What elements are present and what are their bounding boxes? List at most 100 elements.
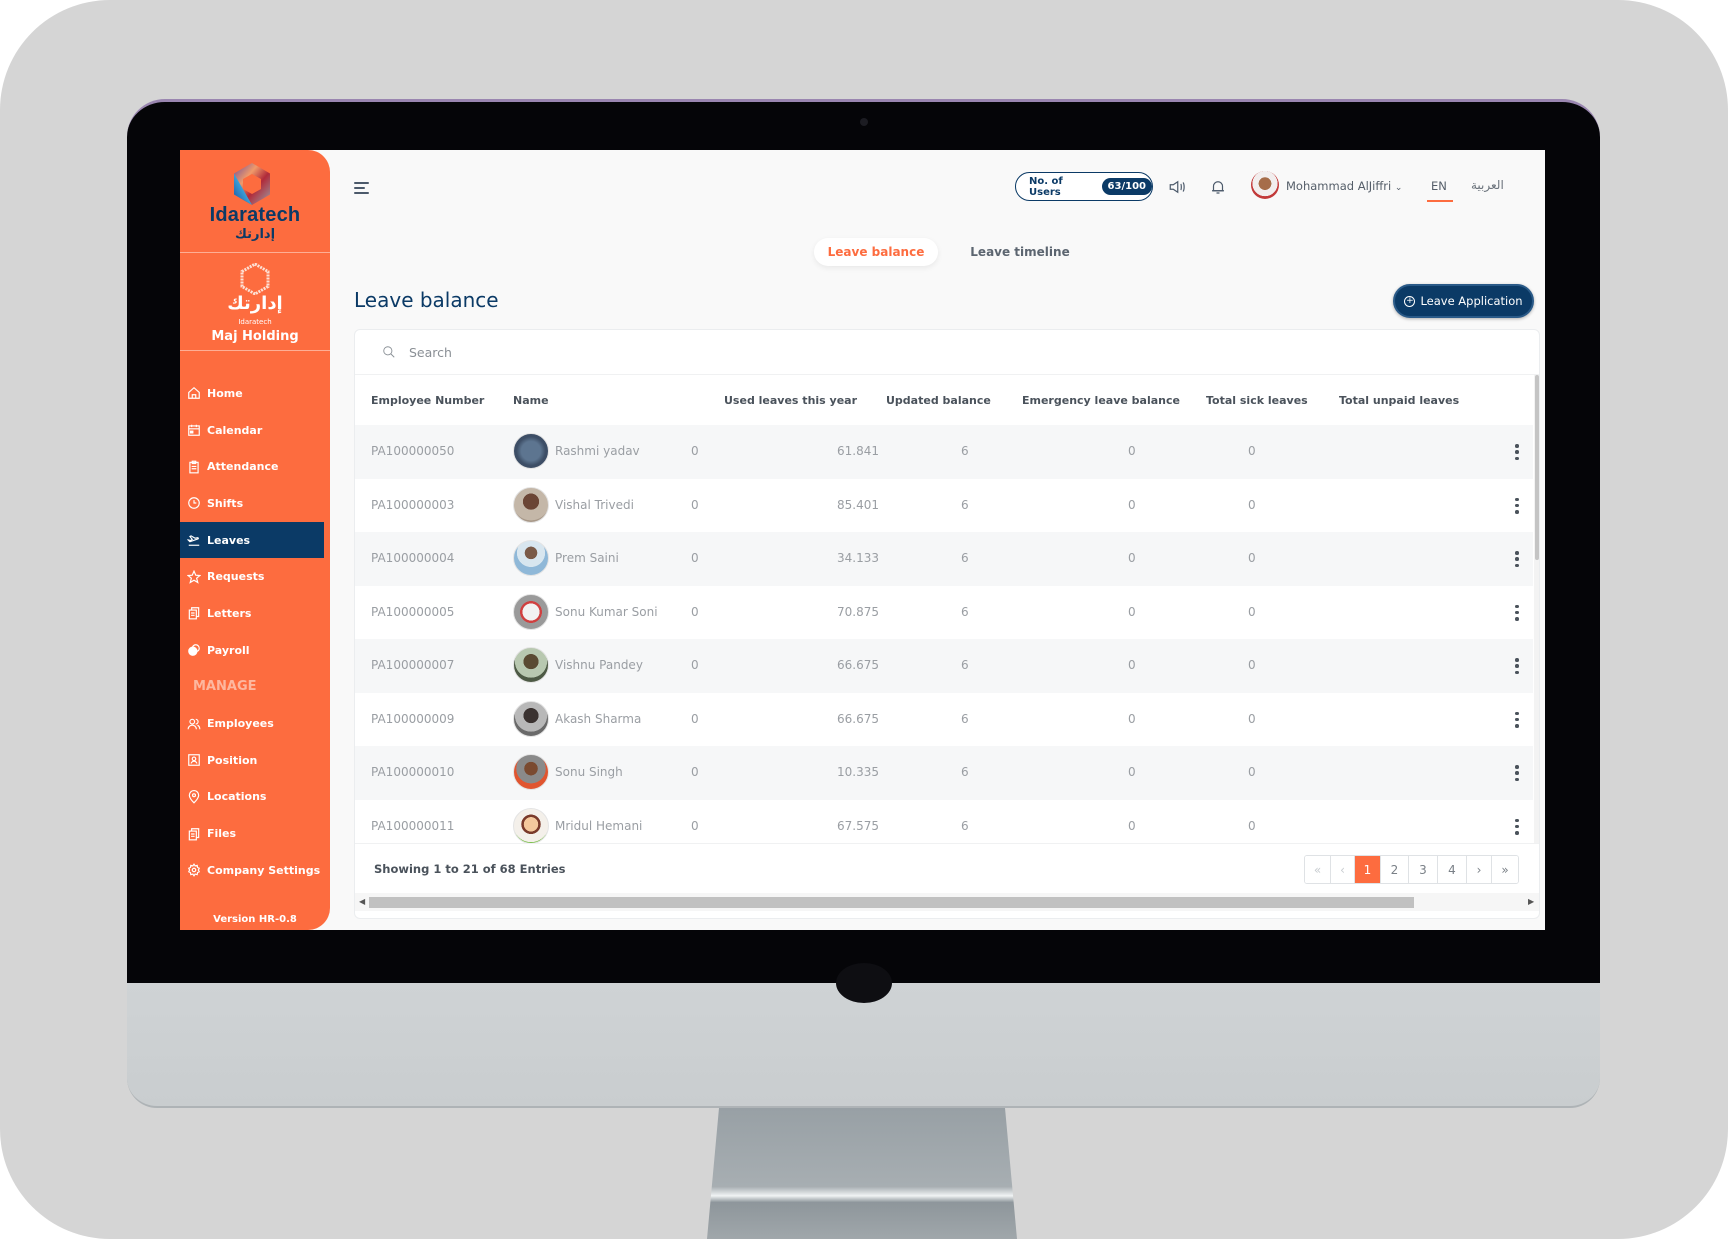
sidebar-item-attendance[interactable]: Attendance (180, 448, 324, 485)
column-header-updated-balance[interactable]: Updated balance (886, 394, 991, 407)
vertical-scrollbar-thumb[interactable] (1535, 375, 1539, 560)
pagination-page-2[interactable]: 2 (1381, 856, 1409, 883)
tab-leave-balance[interactable]: Leave balance (814, 238, 938, 266)
airplane-departure-icon (186, 532, 202, 548)
employee-name: Vishnu Pandey (555, 658, 643, 672)
pagination-page-4[interactable]: 4 (1438, 856, 1467, 883)
emergency-balance-cell: 6 (961, 551, 969, 565)
version-label: Version HR-0.8 (213, 914, 297, 925)
emergency-balance-cell: 6 (961, 711, 969, 726)
row-actions-kebab-icon[interactable] (1514, 551, 1520, 567)
table-row[interactable]: PA100000007 Vishnu Pandey 0 66.675 6 0 0 (355, 639, 1533, 693)
user-menu[interactable]: Mohammad AlJiffri ⌄ (1286, 179, 1402, 193)
row-actions-kebab-icon[interactable] (1514, 658, 1520, 674)
column-header-unpaid-leaves[interactable]: Total unpaid leaves (1339, 394, 1459, 407)
pagination-first[interactable]: « (1305, 856, 1331, 883)
column-header-sick-leaves[interactable]: Total sick leaves (1206, 394, 1308, 407)
column-header-emergency-balance[interactable]: Emergency leave balance (1022, 394, 1180, 407)
sick-leaves-cell: 0 (1128, 658, 1136, 672)
sidebar-item-locations[interactable]: Locations (180, 779, 324, 816)
pagination-next[interactable]: › (1467, 856, 1492, 883)
sidebar-item-employees[interactable]: Employees (180, 705, 324, 742)
row-actions-kebab-icon[interactable] (1514, 497, 1520, 514)
announcement-button[interactable] (1166, 176, 1188, 198)
horizontal-scrollbar-track[interactable]: ◀ ▶ (355, 893, 1539, 911)
sidebar-item-company-settings[interactable]: Company Settings (180, 852, 324, 889)
scroll-left-icon[interactable]: ◀ (359, 897, 365, 906)
brand-logo[interactable]: Idaratech إدارتك (180, 150, 330, 253)
menu-toggle-icon[interactable] (354, 180, 372, 196)
search-input[interactable] (409, 344, 1309, 360)
sidebar-item-label: Home (207, 386, 243, 400)
sidebar-item-position[interactable]: Position (180, 742, 324, 779)
language-ar[interactable]: العربية (1471, 178, 1504, 192)
horizontal-scrollbar-thumb[interactable] (369, 897, 1414, 908)
column-header-employee-number[interactable]: Employee Number (371, 394, 484, 407)
row-actions-kebab-icon[interactable] (1514, 444, 1520, 460)
unpaid-leaves-cell: 0 (1248, 711, 1256, 726)
user-avatar[interactable] (1251, 171, 1279, 199)
pagination-page-3[interactable]: 3 (1409, 856, 1438, 883)
updated-balance-cell: 85.401 (837, 497, 879, 512)
table-row[interactable]: PA100000050 Rashmi yadav 0 61.841 6 0 0 (355, 425, 1533, 479)
sidebar-item-calendar[interactable]: Calendar (180, 412, 324, 449)
employee-name-cell: Sonu Kumar Soni (513, 593, 658, 630)
users-count-value: 63/100 (1101, 178, 1152, 195)
monitor-stand (707, 1108, 1017, 1239)
employee-avatar (513, 807, 549, 843)
apple-logo-icon (836, 963, 892, 1003)
table-row[interactable]: PA100000011 Mridul Hemani 0 67.575 6 0 0 (355, 800, 1533, 843)
column-header-used-leaves[interactable]: Used leaves this year (724, 394, 857, 407)
employee-name: Mridul Hemani (555, 818, 643, 833)
used-leaves-cell: 0 (691, 551, 699, 565)
pagination-last[interactable]: » (1492, 856, 1518, 883)
table-footer: Showing 1 to 21 of 68 Entries « ‹ 1 2 3 … (355, 843, 1539, 893)
pagination-page-1[interactable]: 1 (1355, 856, 1381, 883)
documents-icon (186, 605, 202, 621)
sidebar-item-label: Calendar (207, 423, 263, 437)
emergency-balance-cell: 6 (961, 604, 969, 619)
language-en[interactable]: EN (1431, 179, 1447, 193)
row-actions-kebab-icon[interactable] (1514, 711, 1520, 728)
pagination-prev[interactable]: ‹ (1331, 856, 1355, 883)
updated-balance-cell: 61.841 (837, 444, 879, 458)
tab-leave-timeline[interactable]: Leave timeline (960, 238, 1080, 266)
users-count-badge: No. of Users 63/100 (1015, 172, 1153, 201)
employee-name: Vishal Trivedi (555, 497, 634, 512)
table-row[interactable]: PA100000005 Sonu Kumar Soni 0 70.875 6 0 0 (355, 586, 1533, 640)
emergency-balance-cell: 6 (961, 658, 969, 672)
emergency-balance-cell: 6 (961, 444, 969, 458)
sidebar-item-letters[interactable]: Letters (180, 595, 324, 632)
calendar-icon (186, 422, 202, 438)
updated-balance-cell: 10.335 (837, 765, 879, 779)
table-row[interactable]: PA100000010 Sonu Singh 0 10.335 6 0 0 (355, 746, 1533, 800)
clock-icon (186, 495, 202, 511)
sidebar-item-home[interactable]: Home (180, 375, 324, 412)
scroll-right-icon[interactable]: ▶ (1528, 897, 1534, 906)
sidebar-item-files[interactable]: Files (180, 815, 324, 852)
row-actions-kebab-icon[interactable] (1514, 818, 1520, 835)
sidebar-item-label: Leaves (207, 533, 251, 547)
table-row[interactable]: PA100000004 Prem Saini 0 34.133 6 0 0 (355, 532, 1533, 586)
notifications-button[interactable] (1207, 176, 1229, 198)
employee-name-cell: Prem Saini (513, 540, 619, 576)
employee-avatar (513, 593, 549, 630)
sidebar-item-leaves[interactable]: Leaves (180, 521, 324, 559)
table-row[interactable]: PA100000003 Vishal Trivedi 0 85.401 6 0 0 (355, 479, 1533, 533)
leave-application-button[interactable]: + Leave Application (1393, 284, 1534, 318)
column-header-name[interactable]: Name (513, 394, 549, 407)
sidebar-item-requests[interactable]: Requests (180, 558, 324, 595)
sidebar-item-label: Locations (207, 790, 267, 804)
employee-number-cell: PA100000003 (371, 497, 455, 512)
sick-leaves-cell: 0 (1128, 497, 1136, 512)
sidebar-item-payroll[interactable]: Payroll (180, 632, 324, 669)
sidebar-item-shifts[interactable]: Shifts (180, 485, 324, 522)
row-actions-kebab-icon[interactable] (1514, 765, 1520, 781)
sick-leaves-cell: 0 (1128, 604, 1136, 619)
row-actions-kebab-icon[interactable] (1514, 604, 1520, 621)
table-row[interactable]: PA100000009 Akash Sharma 0 66.675 6 0 0 (355, 693, 1533, 747)
megaphone-icon (1169, 180, 1185, 194)
sick-leaves-cell: 0 (1128, 444, 1136, 458)
sidebar-item-label: Payroll (207, 643, 250, 657)
updated-balance-cell: 34.133 (837, 551, 879, 565)
